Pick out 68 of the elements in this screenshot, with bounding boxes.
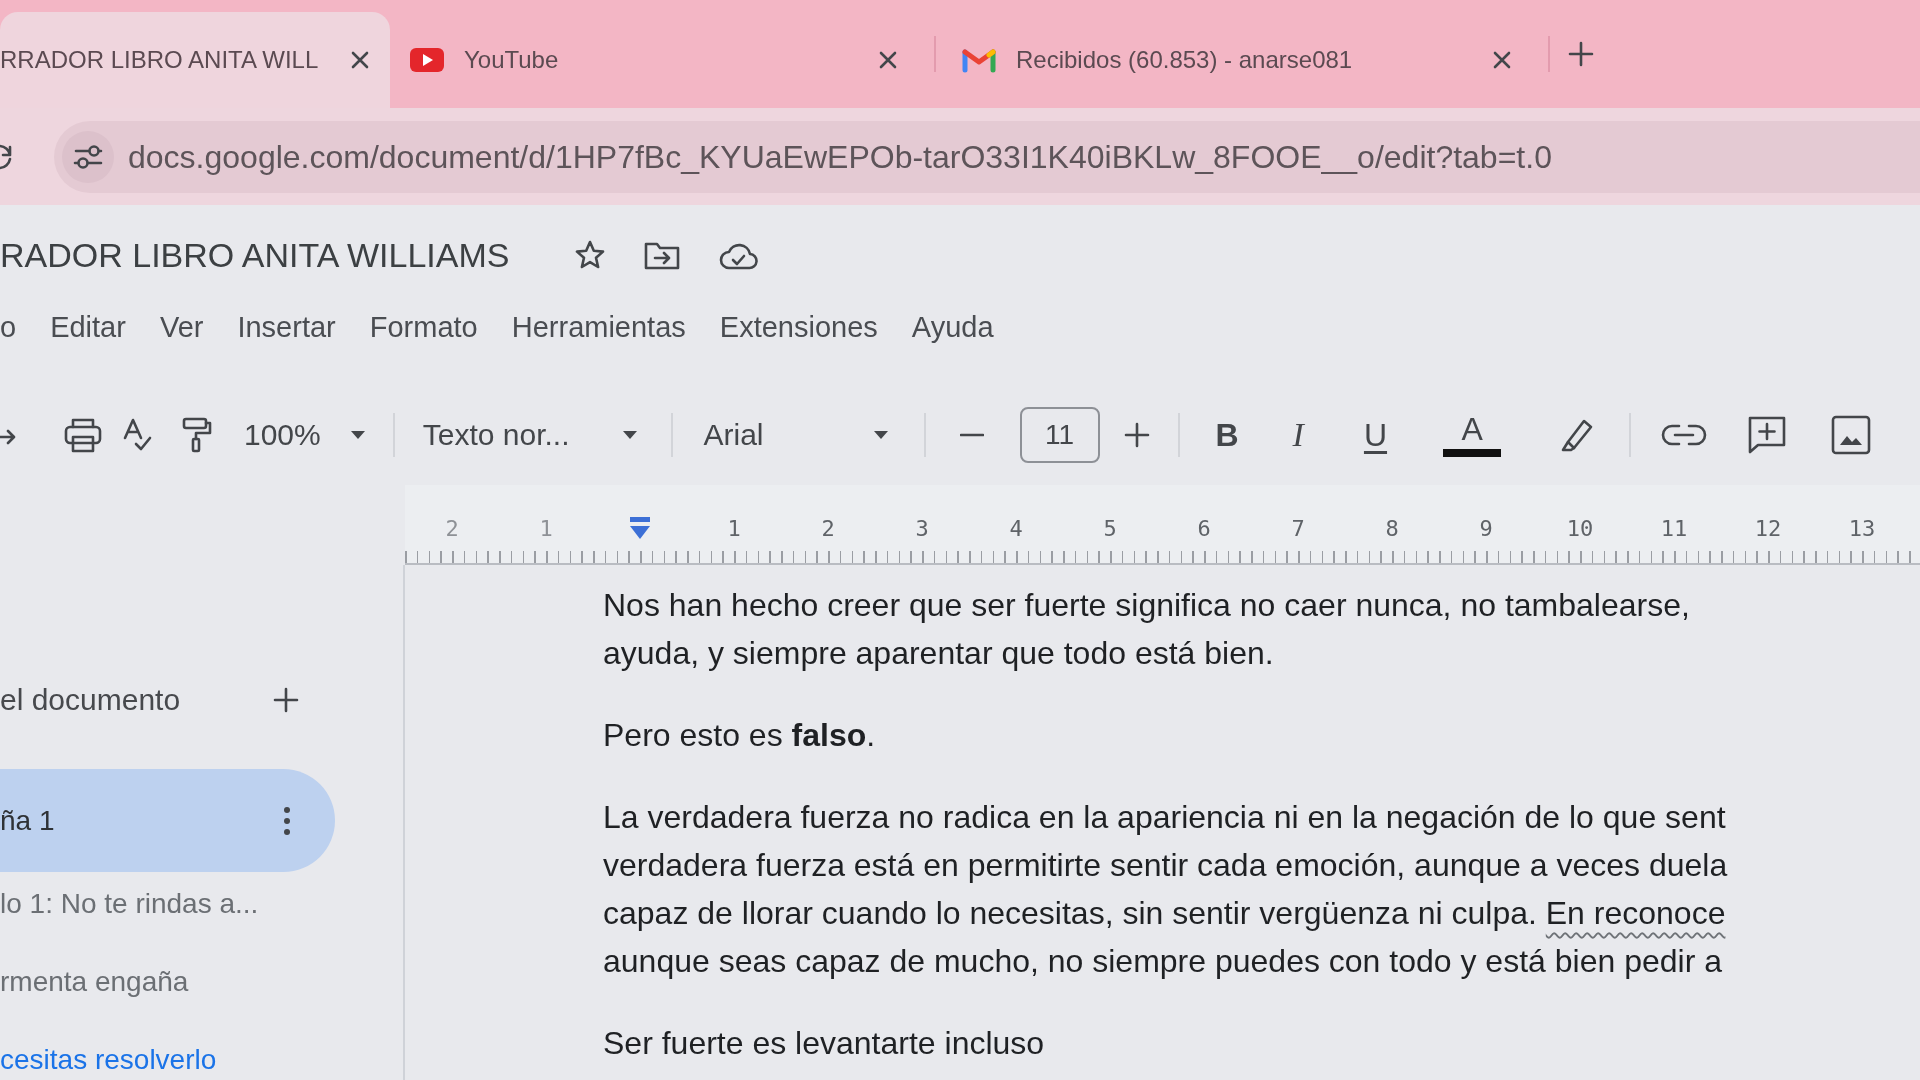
star-icon[interactable] bbox=[573, 239, 606, 271]
caret-icon bbox=[623, 431, 638, 439]
minus-icon[interactable] bbox=[959, 433, 984, 437]
play-icon bbox=[410, 48, 444, 72]
ruler-number: 2 bbox=[444, 518, 460, 540]
sidebar-heading: el documento bbox=[0, 685, 181, 715]
ruler-number: 12 bbox=[1753, 518, 1783, 540]
zoom-dropdown[interactable]: 100% bbox=[240, 420, 369, 450]
spellcheck-icon[interactable] bbox=[122, 418, 152, 452]
italic-button[interactable]: I bbox=[1292, 418, 1304, 452]
ruler-number: 3 bbox=[914, 518, 930, 540]
tune-icon[interactable] bbox=[62, 130, 114, 183]
plus-icon[interactable] bbox=[1123, 422, 1150, 448]
bold-button[interactable]: B bbox=[1215, 419, 1239, 451]
menu-item[interactable]: Editar bbox=[50, 313, 126, 342]
paragraph: Ser fuerte es levantarte incluso bbox=[603, 1024, 1045, 1063]
comment-plus-icon[interactable] bbox=[1747, 415, 1788, 455]
document-tab[interactable]: ña 1 bbox=[0, 769, 335, 872]
close-icon[interactable] bbox=[350, 50, 370, 70]
indent-marker-icon[interactable] bbox=[628, 517, 652, 541]
browser-tab[interactable]: Recibidos (60.853) - anarse081 bbox=[952, 12, 1532, 108]
address-bar[interactable]: docs.google.com/document/d/1HP7fBc_KYUaEwEPOb-tarO33I1K40iBKLw_8FOOE__o/edit?tab=t.0 bbox=[54, 120, 1920, 193]
plus-icon[interactable] bbox=[273, 687, 299, 713]
browser-tab[interactable]: RRADOR LIBRO ANITA WILL bbox=[0, 12, 390, 108]
paragraph: La verdadera fuerza no radica en la apariencia ni en la negación de lo que sent verdadera fuerza está en permitirte sentir cada emoción, aunque a veces duela capaz de llorar cuando lo necesitas, sin sentir vergüenza ni culpa. En reconoce aunque seas capaz de mucho, no siempre puedes con todo y está bien pedir a bbox=[603, 798, 1728, 981]
paragraph: Pero esto es falso. bbox=[603, 716, 876, 755]
menu-item[interactable]: o bbox=[0, 313, 17, 342]
m-logo-icon bbox=[962, 47, 996, 73]
outline-item[interactable]: cesitas resolverlo bbox=[0, 1040, 403, 1080]
close-icon[interactable] bbox=[1492, 50, 1512, 70]
image-icon[interactable] bbox=[1831, 415, 1872, 455]
ruler-number: 11 bbox=[1659, 518, 1689, 540]
style-dropdown[interactable]: Texto nor... bbox=[418, 420, 642, 450]
plus-icon[interactable] bbox=[1568, 41, 1594, 67]
ruler-number: 9 bbox=[1478, 518, 1494, 540]
menu-item[interactable]: Extensiones bbox=[719, 313, 878, 342]
paragraph: Nos han hecho creer que ser fuerte significa no caer nunca, no tambalearse, ayuda, y siempre aparentar que todo está bien. bbox=[603, 586, 1690, 673]
folder-arrow-icon[interactable] bbox=[643, 240, 680, 270]
link-icon[interactable] bbox=[1661, 422, 1708, 448]
ruler-number: 13 bbox=[1847, 518, 1877, 540]
paint-roller-icon[interactable] bbox=[182, 417, 212, 453]
ruler-number: 1 bbox=[538, 518, 554, 540]
menu-item[interactable]: Insertar bbox=[237, 313, 336, 342]
menu-item[interactable]: Ayuda bbox=[911, 313, 994, 342]
outline-item[interactable]: rmenta engaña bbox=[0, 962, 403, 1002]
font-dropdown[interactable]: Arial bbox=[699, 420, 892, 450]
ruler-number: 8 bbox=[1384, 518, 1400, 540]
browser-tab[interactable]: YouTube bbox=[398, 12, 918, 108]
ruler-number: 5 bbox=[1102, 518, 1118, 540]
ruler-number: 6 bbox=[1196, 518, 1212, 540]
caret-icon bbox=[350, 431, 365, 439]
close-icon[interactable] bbox=[878, 50, 898, 70]
ruler-number: 4 bbox=[1008, 518, 1024, 540]
menu-item[interactable]: Formato bbox=[369, 313, 478, 342]
font-size-field[interactable]: 11 bbox=[1019, 407, 1100, 463]
ruler-number: 1 bbox=[726, 518, 742, 540]
print-icon[interactable] bbox=[64, 417, 102, 453]
underline-button[interactable]: U bbox=[1363, 419, 1388, 451]
caret-icon bbox=[873, 431, 888, 439]
text-color-button[interactable]: A bbox=[1443, 413, 1502, 457]
ruler-number: 10 bbox=[1565, 518, 1595, 540]
outline-item[interactable]: lo 1: No te rindas a... bbox=[0, 884, 403, 924]
menu-item[interactable]: Herramientas bbox=[511, 313, 686, 342]
menu-item[interactable]: Ver bbox=[159, 313, 204, 342]
ruler-number: 7 bbox=[1290, 518, 1306, 540]
more-vert-icon[interactable] bbox=[283, 805, 291, 836]
document-title[interactable]: RADOR LIBRO ANITA WILLIAMS bbox=[0, 238, 510, 272]
ruler-number: 2 bbox=[820, 518, 836, 540]
